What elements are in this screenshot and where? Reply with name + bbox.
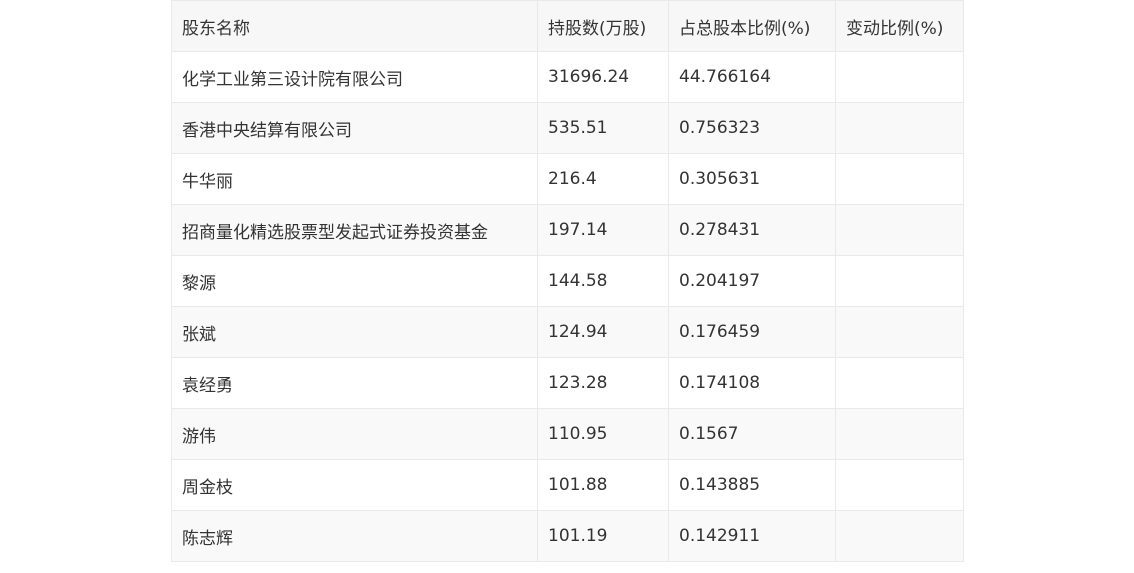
cell-share-ratio: 0.174108 [668, 357, 836, 409]
table-row: 张斌 124.94 0.176459 [171, 306, 964, 358]
cell-change-ratio [835, 204, 964, 256]
cell-change-ratio [835, 510, 964, 562]
cell-shares-held: 535.51 [537, 102, 669, 154]
shareholder-table-container: 股东名称 持股数(万股) 占总股本比例(%) 变动比例(%) 化学工业第三设计院… [171, 0, 964, 562]
cell-shares-held: 124.94 [537, 306, 669, 358]
table-body: 化学工业第三设计院有限公司 31696.24 44.766164 香港中央结算有… [171, 51, 964, 562]
cell-shareholder-name: 张斌 [171, 306, 538, 358]
cell-change-ratio [835, 408, 964, 460]
cell-share-ratio: 0.278431 [668, 204, 836, 256]
cell-change-ratio [835, 102, 964, 154]
table-row: 袁经勇 123.28 0.174108 [171, 357, 964, 409]
cell-shareholder-name: 陈志辉 [171, 510, 538, 562]
shareholder-table: 股东名称 持股数(万股) 占总股本比例(%) 变动比例(%) 化学工业第三设计院… [171, 0, 964, 562]
header-shareholder-name: 股东名称 [171, 0, 538, 52]
cell-share-ratio: 0.143885 [668, 459, 836, 511]
table-row: 陈志辉 101.19 0.142911 [171, 510, 964, 562]
cell-share-ratio: 0.1567 [668, 408, 836, 460]
cell-shares-held: 101.19 [537, 510, 669, 562]
cell-shareholder-name: 周金枝 [171, 459, 538, 511]
table-header: 股东名称 持股数(万股) 占总股本比例(%) 变动比例(%) [171, 0, 964, 52]
header-shares-held: 持股数(万股) [537, 0, 669, 52]
header-change-ratio: 变动比例(%) [835, 0, 964, 52]
cell-shareholder-name: 牛华丽 [171, 153, 538, 205]
cell-shares-held: 101.88 [537, 459, 669, 511]
cell-share-ratio: 0.305631 [668, 153, 836, 205]
table-row: 牛华丽 216.4 0.305631 [171, 153, 964, 205]
cell-change-ratio [835, 51, 964, 103]
cell-shareholder-name: 袁经勇 [171, 357, 538, 409]
table-row: 招商量化精选股票型发起式证券投资基金 197.14 0.278431 [171, 204, 964, 256]
cell-share-ratio: 0.756323 [668, 102, 836, 154]
table-row: 黎源 144.58 0.204197 [171, 255, 964, 307]
cell-share-ratio: 0.142911 [668, 510, 836, 562]
cell-shares-held: 110.95 [537, 408, 669, 460]
cell-shares-held: 31696.24 [537, 51, 669, 103]
cell-change-ratio [835, 357, 964, 409]
cell-shareholder-name: 游伟 [171, 408, 538, 460]
cell-shareholder-name: 香港中央结算有限公司 [171, 102, 538, 154]
cell-shares-held: 197.14 [537, 204, 669, 256]
cell-change-ratio [835, 459, 964, 511]
cell-share-ratio: 0.204197 [668, 255, 836, 307]
cell-shares-held: 216.4 [537, 153, 669, 205]
cell-share-ratio: 0.176459 [668, 306, 836, 358]
table-row: 化学工业第三设计院有限公司 31696.24 44.766164 [171, 51, 964, 103]
table-row: 周金枝 101.88 0.143885 [171, 459, 964, 511]
cell-share-ratio: 44.766164 [668, 51, 836, 103]
header-row: 股东名称 持股数(万股) 占总股本比例(%) 变动比例(%) [171, 0, 964, 52]
cell-shares-held: 144.58 [537, 255, 669, 307]
cell-shareholder-name: 化学工业第三设计院有限公司 [171, 51, 538, 103]
table-row: 香港中央结算有限公司 535.51 0.756323 [171, 102, 964, 154]
cell-shareholder-name: 招商量化精选股票型发起式证券投资基金 [171, 204, 538, 256]
cell-change-ratio [835, 153, 964, 205]
table-row: 游伟 110.95 0.1567 [171, 408, 964, 460]
cell-change-ratio [835, 255, 964, 307]
cell-shareholder-name: 黎源 [171, 255, 538, 307]
cell-change-ratio [835, 306, 964, 358]
cell-shares-held: 123.28 [537, 357, 669, 409]
header-share-ratio: 占总股本比例(%) [668, 0, 836, 52]
